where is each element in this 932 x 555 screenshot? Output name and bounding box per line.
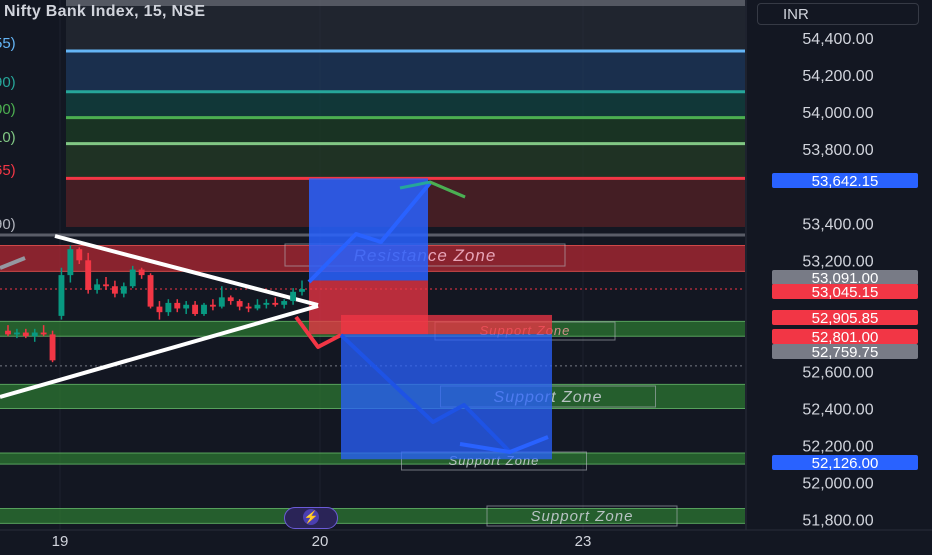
- candle-body: [272, 302, 279, 305]
- candle-body: [281, 301, 288, 305]
- candle-body: [201, 304, 207, 315]
- candle-body: [58, 275, 65, 316]
- price-tag-label: 53,045.15: [812, 284, 879, 301]
- candle-body: [183, 304, 190, 309]
- fib-label: 55): [0, 35, 16, 52]
- fib-band: [66, 50, 745, 92]
- candle-body: [22, 332, 29, 337]
- y-tick-label: 53,200.00: [802, 253, 873, 270]
- fib-label: 90): [0, 216, 16, 233]
- zone-label: Support Zone: [531, 508, 634, 525]
- x-tick-label: 19: [52, 533, 69, 550]
- candle-body: [67, 249, 74, 276]
- candle-body: [138, 269, 145, 276]
- y-tick-label: 51,800.00: [802, 513, 873, 530]
- y-tick-label: 54,400.00: [802, 31, 873, 48]
- candle-body: [290, 291, 297, 302]
- candle-body: [209, 304, 216, 307]
- fib-label: 65): [0, 162, 16, 179]
- candle: [201, 302, 207, 316]
- candle-body: [5, 330, 11, 335]
- candle-body: [31, 332, 38, 337]
- fib-band: [66, 143, 745, 179]
- chart-title: Nifty Bank Index, 15, NSE: [4, 3, 206, 20]
- price-tag-label: 52,905.85: [812, 310, 879, 327]
- y-tick-label: 53,800.00: [802, 142, 873, 159]
- x-tick-label: 23: [575, 533, 592, 550]
- candle-body: [263, 302, 270, 305]
- candle-body: [236, 301, 243, 307]
- y-tick-label: 52,600.00: [802, 364, 873, 381]
- candle-body: [120, 286, 127, 294]
- fib-band: [66, 117, 745, 144]
- candle-body: [103, 284, 109, 287]
- time-axis: [0, 530, 932, 550]
- short-stop-box: [341, 314, 552, 335]
- candle: [147, 273, 154, 309]
- candle-body: [94, 284, 101, 290]
- price-tag-label: 52,759.75: [812, 344, 879, 361]
- y-tick-label: 52,200.00: [802, 439, 873, 456]
- candle-body: [245, 306, 252, 309]
- candle-body: [40, 332, 47, 335]
- chart[interactable]: 55)90)00)10)65)90)Resistance ZoneSupport…: [0, 0, 932, 550]
- candle-body: [156, 306, 163, 313]
- candle-body: [85, 260, 92, 290]
- candle-body: [111, 286, 118, 294]
- fib-label: 00): [0, 101, 16, 118]
- replay-icon[interactable]: ⚡: [284, 507, 338, 529]
- y-tick-label: 52,400.00: [802, 402, 873, 419]
- candle-body: [192, 304, 199, 315]
- short-target-box: [341, 334, 552, 460]
- y-tick-label: 54,200.00: [802, 68, 873, 85]
- fib-band: [66, 91, 745, 118]
- candle: [49, 330, 56, 363]
- fib-label: 10): [0, 129, 16, 146]
- candle-body: [227, 297, 234, 302]
- y-tick-label: 54,000.00: [802, 105, 873, 122]
- candle-body: [218, 297, 225, 307]
- x-tick-label: 20: [312, 533, 329, 550]
- candle-body: [254, 304, 261, 309]
- candle-body: [165, 302, 172, 313]
- candle-body: [49, 334, 56, 361]
- candle-body: [174, 302, 181, 309]
- currency-selector[interactable]: INR: [757, 3, 919, 25]
- candle-body: [147, 275, 154, 307]
- price-tag-label: 52,126.00: [812, 455, 879, 472]
- chart-svg[interactable]: 55)90)00)10)65)90)Resistance ZoneSupport…: [0, 0, 932, 550]
- y-tick-label: 53,400.00: [802, 216, 873, 233]
- candle-body: [13, 332, 20, 335]
- candle-body: [76, 249, 83, 261]
- candle-body: [129, 269, 136, 287]
- candle-body: [299, 289, 305, 292]
- y-tick-label: 52,000.00: [802, 476, 873, 493]
- candle: [58, 267, 65, 320]
- price-tag-label: 53,642.15: [812, 173, 879, 190]
- fib-label: 90): [0, 74, 16, 91]
- lightning-icon: ⚡: [303, 509, 319, 525]
